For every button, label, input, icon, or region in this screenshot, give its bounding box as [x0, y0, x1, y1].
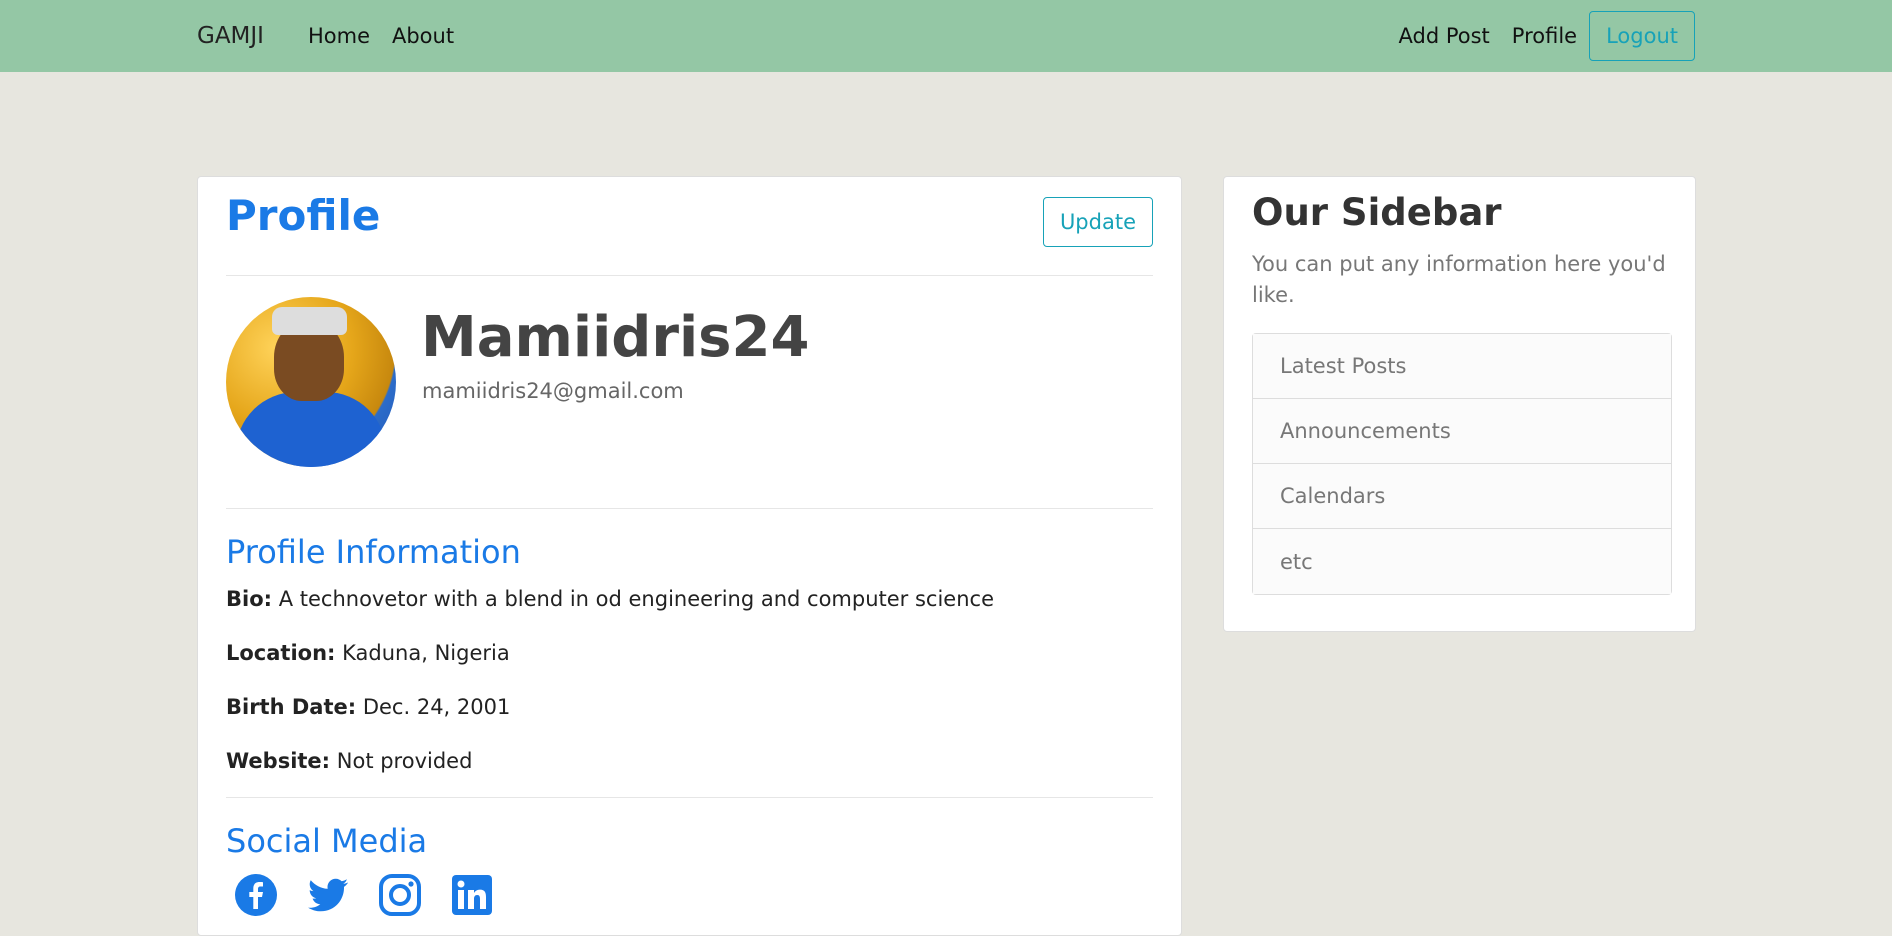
nav-home-link[interactable]: Home [308, 24, 370, 48]
location-label: Location: [226, 641, 336, 665]
logout-button[interactable]: Logout [1589, 11, 1695, 61]
sidebar-description: You can put any information here you'd l… [1252, 252, 1666, 307]
sidebar-item-announcements[interactable]: Announcements [1253, 399, 1671, 464]
profile-email: mamiidris24@gmail.com [422, 379, 684, 403]
sidebar-list: Latest Posts Announcements Calendars etc [1252, 333, 1672, 595]
brand-link[interactable]: GAMJI [197, 23, 264, 49]
profile-info-heading: Profile Information [226, 533, 521, 571]
sidebar-item-calendars[interactable]: Calendars [1253, 464, 1671, 529]
bio-label: Bio: [226, 587, 273, 611]
birth-date-label: Birth Date: [226, 695, 357, 719]
sidebar-item-etc[interactable]: etc [1253, 529, 1671, 594]
website-label: Website: [226, 749, 331, 773]
location-value: Kaduna, Nigeria [342, 641, 510, 665]
nav-about-link[interactable]: About [392, 24, 454, 48]
bio-line: Bio: A technovetor with a blend in od en… [226, 587, 994, 611]
social-media-heading: Social Media [226, 822, 428, 860]
twitter-icon[interactable] [306, 873, 350, 917]
profile-username: Mamiidris24 [421, 305, 810, 370]
birth-date-line: Birth Date: Dec. 24, 2001 [226, 695, 510, 719]
top-navbar: GAMJI Home About Add Post Profile Logout [0, 0, 1892, 72]
website-line: Website: Not provided [226, 749, 472, 773]
location-line: Location: Kaduna, Nigeria [226, 641, 510, 665]
nav-add-post-link[interactable]: Add Post [1399, 24, 1490, 48]
sidebar-item-latest-posts[interactable]: Latest Posts [1253, 334, 1671, 399]
linkedin-icon[interactable] [450, 873, 494, 917]
profile-card: Profile Update Mamiidris24 mamiidris24@g… [197, 176, 1182, 936]
divider [226, 508, 1153, 509]
bio-value: A technovetor with a blend in od enginee… [278, 587, 994, 611]
sidebar-card: Our Sidebar You can put any information … [1223, 176, 1696, 632]
social-links [234, 873, 494, 917]
nav-profile-link[interactable]: Profile [1512, 24, 1577, 48]
birth-date-value: Dec. 24, 2001 [362, 695, 511, 719]
nav-right-group: Add Post Profile Logout [1377, 11, 1695, 61]
divider [226, 275, 1153, 276]
divider [226, 797, 1153, 798]
sidebar-heading: Our Sidebar [1252, 191, 1502, 234]
avatar [226, 297, 396, 467]
facebook-icon[interactable] [234, 873, 278, 917]
instagram-icon[interactable] [378, 873, 422, 917]
profile-heading: Profile [226, 191, 381, 240]
website-value: Not provided [336, 749, 473, 773]
update-button[interactable]: Update [1042, 197, 1153, 247]
